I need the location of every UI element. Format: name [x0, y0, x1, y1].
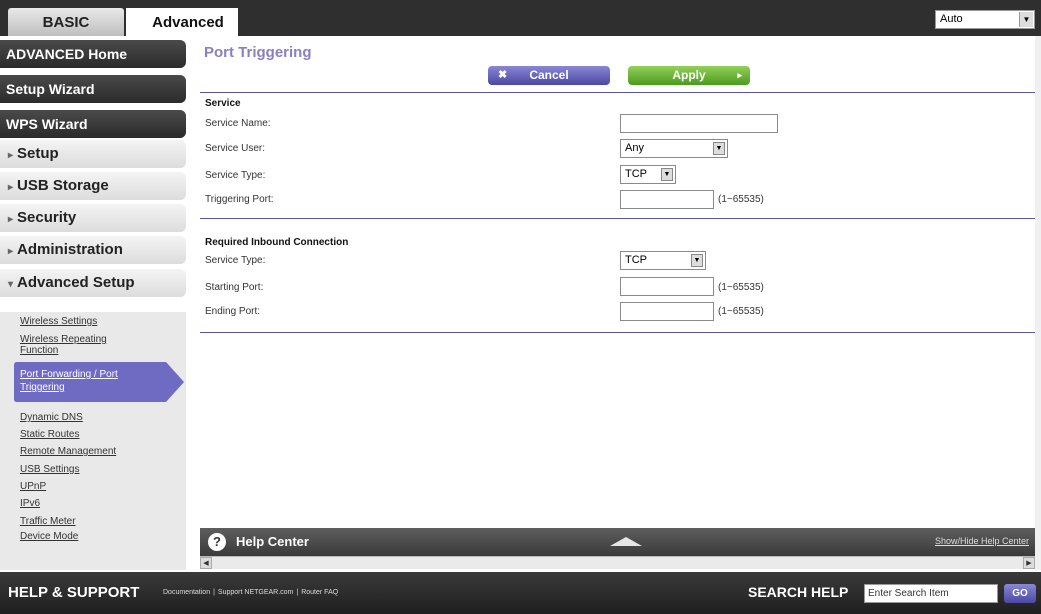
sidebar: ADVANCED Home Setup Wizard WPS Wizard ▸ S…	[0, 36, 200, 570]
service-user-select[interactable]: Any ▼	[620, 139, 728, 158]
sidebar-item-security[interactable]: ▸ Security	[0, 204, 186, 232]
page-title: Port Triggering	[204, 44, 312, 61]
submenu-remote-management[interactable]: Remote Management	[20, 446, 116, 457]
sidebar-item-wps-wizard[interactable]: WPS Wizard	[0, 110, 186, 138]
go-button[interactable]: GO	[1004, 584, 1036, 603]
chevron-down-icon: ▼	[713, 142, 725, 155]
chevron-down-icon: ▼	[661, 168, 673, 181]
apply-button[interactable]: Apply ▸	[628, 66, 750, 85]
starting-port-label: Starting Port:	[205, 282, 264, 293]
documentation-link[interactable]: Documentation	[163, 589, 210, 596]
service-type-label: Service Type:	[205, 170, 266, 181]
language-select[interactable]: Auto ▼	[935, 10, 1035, 29]
close-icon: ✖	[498, 69, 508, 81]
footer-links: Documentation | Support NETGEAR.com | Router…	[163, 589, 338, 596]
chevron-right-icon: ▸	[8, 150, 14, 161]
advanced-setup-submenu: Wireless Settings Wireless Repeating Fun…	[0, 312, 186, 570]
separator: |	[213, 589, 215, 596]
submenu-port-forwarding-line2: Triggering	[20, 382, 65, 393]
chevron-up-icon[interactable]	[610, 537, 642, 546]
inbound-heading: Required Inbound Connection	[205, 237, 349, 248]
footer: HELP & SUPPORT Documentation | Support NET…	[0, 572, 1041, 614]
vertical-scrollbar[interactable]	[1035, 36, 1041, 570]
service-user-label: Service User:	[205, 143, 266, 154]
support-link[interactable]: Support NETGEAR.com	[218, 589, 293, 596]
submenu-traffic-meter[interactable]: Traffic Meter	[20, 516, 76, 527]
service-type-select[interactable]: TCP ▼	[620, 165, 676, 184]
tab-advanced[interactable]: Advanced	[126, 8, 238, 36]
submenu-wireless-repeating-function[interactable]: Function	[20, 345, 58, 356]
footer-title: HELP & SUPPORT	[8, 584, 140, 601]
cancel-button-label: Cancel	[529, 68, 569, 82]
scroll-left-icon[interactable]: ◀	[200, 557, 212, 569]
submenu-device-mode[interactable]: Device Mode	[20, 531, 78, 542]
divider	[200, 92, 1035, 93]
chevron-down-icon: ▼	[1019, 12, 1033, 27]
ending-port-range: (1~65535)	[718, 306, 764, 317]
separator: |	[296, 589, 299, 596]
sidebar-item-label: Advanced Setup	[17, 274, 135, 291]
chevron-down-icon: ▾	[8, 279, 14, 290]
service-user-value: Any	[625, 142, 644, 154]
sidebar-item-administration[interactable]: ▸ Administration	[0, 236, 186, 264]
triggering-port-input[interactable]	[620, 190, 714, 209]
chevron-right-icon: ▸	[8, 214, 14, 225]
main-content: Port Triggering ✖ Cancel Apply ▸ Service S…	[200, 36, 1035, 534]
inbound-service-type-value: TCP	[625, 254, 647, 266]
router-faq-link[interactable]: Router FAQ	[301, 589, 338, 596]
triggering-port-label: Triggering Port:	[205, 194, 274, 205]
submenu-dynamic-dns[interactable]: Dynamic DNS	[20, 412, 83, 423]
ending-port-label: Ending Port:	[205, 306, 261, 317]
chevron-right-icon: ▸	[8, 182, 14, 193]
search-input[interactable]	[864, 584, 998, 603]
chevron-down-icon: ▼	[691, 254, 703, 267]
show-hide-help-link[interactable]: Show/Hide Help Center	[935, 536, 1029, 546]
submenu-port-forwarding-active[interactable]: Port Forwarding / Port Triggering	[14, 362, 184, 402]
submenu-upnp[interactable]: UPnP	[20, 481, 46, 492]
starting-port-range: (1~65535)	[718, 282, 764, 293]
submenu-ipv6[interactable]: IPv6	[20, 498, 40, 509]
help-center-title: Help Center	[236, 534, 309, 549]
submenu-usb-settings[interactable]: USB Settings	[20, 464, 79, 475]
service-heading: Service	[205, 98, 241, 109]
starting-port-input[interactable]	[620, 277, 714, 296]
submenu-port-forwarding-line1: Port Forwarding / Port	[20, 369, 118, 380]
sidebar-item-label: Security	[17, 209, 77, 226]
tab-basic[interactable]: BASIC	[8, 8, 124, 36]
sidebar-item-label: Administration	[17, 241, 123, 258]
help-icon: ?	[208, 533, 226, 551]
search-help-label: SEARCH HELP	[748, 584, 849, 600]
sidebar-item-label: USB Storage	[17, 177, 109, 194]
top-tab-bar: BASIC Advanced Auto ▼	[0, 0, 1041, 36]
arrow-right-icon: ▸	[737, 70, 742, 80]
sidebar-item-advanced-home[interactable]: ADVANCED Home	[0, 40, 186, 68]
service-type-value: TCP	[625, 168, 647, 180]
submenu-port-forwarding-label: Port Forwarding / Port Triggering	[20, 368, 118, 394]
submenu-static-routes[interactable]: Static Routes	[20, 429, 79, 440]
scroll-right-icon[interactable]: ▶	[1023, 557, 1035, 569]
sidebar-item-advanced-setup[interactable]: ▾ Advanced Setup	[0, 269, 186, 297]
sidebar-item-label: Setup	[17, 145, 59, 162]
chevron-right-icon: ▸	[8, 246, 14, 257]
sidebar-item-usb-storage[interactable]: ▸ USB Storage	[0, 172, 186, 200]
inbound-service-type-label: Service Type:	[205, 255, 266, 266]
service-name-input[interactable]	[620, 114, 778, 133]
inbound-service-type-select[interactable]: TCP ▼	[620, 251, 706, 270]
divider	[200, 218, 1035, 219]
horizontal-scrollbar[interactable]: ◀ ▶	[200, 556, 1035, 569]
apply-button-label: Apply	[672, 68, 706, 82]
ending-port-input[interactable]	[620, 302, 714, 321]
triggering-port-range: (1~65535)	[718, 194, 764, 205]
submenu-wireless-repeating[interactable]: Wireless Repeating	[20, 334, 107, 345]
sidebar-item-setup[interactable]: ▸ Setup	[0, 140, 186, 168]
submenu-wireless-settings[interactable]: Wireless Settings	[20, 316, 97, 327]
help-center-bar[interactable]: ? Help Center Show/Hide Help Center	[200, 528, 1035, 556]
divider	[200, 332, 1035, 333]
language-select-value: Auto	[940, 13, 963, 25]
service-name-label: Service Name:	[205, 118, 271, 129]
sidebar-item-setup-wizard[interactable]: Setup Wizard	[0, 75, 186, 103]
cancel-button[interactable]: ✖ Cancel	[488, 66, 610, 85]
